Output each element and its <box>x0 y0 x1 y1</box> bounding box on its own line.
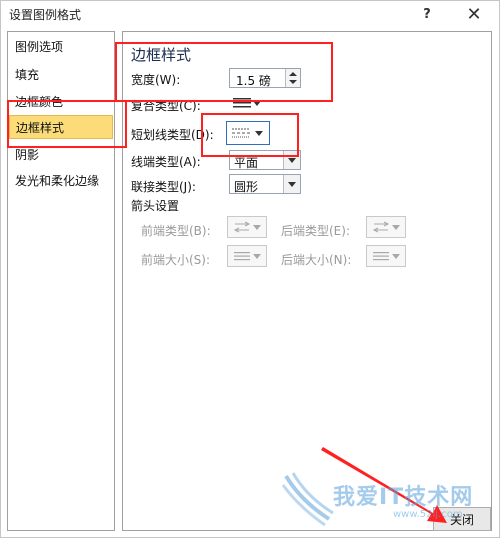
width-value: 1.5 磅 <box>236 74 271 88</box>
begin-type-label: 前端类型(B): <box>141 224 211 238</box>
compound-type-label: 复合类型(C): <box>131 99 201 113</box>
chevron-down-icon <box>255 131 263 136</box>
close-button[interactable]: 关闭 <box>433 507 491 531</box>
arrow-type-icon <box>372 221 390 233</box>
nav-item-border-style[interactable]: 边框样式 <box>9 115 113 139</box>
format-legend-dialog: 设置图例格式 ? ✕ 图例选项 填充 边框颜色 边框样式 阴影 发光和柔化边缘 … <box>0 0 500 538</box>
dash-lines-icon <box>232 128 250 138</box>
begin-type-button[interactable] <box>227 216 267 238</box>
nav-item-label: 阴影 <box>15 148 40 162</box>
section-title: 边框样式 <box>131 46 192 64</box>
arrow-type-icon <box>233 221 251 233</box>
chevron-down-icon <box>288 157 296 163</box>
compound-lines-icon <box>233 98 251 108</box>
dropdown-arrow[interactable] <box>283 151 300 169</box>
close-icon[interactable]: ✕ <box>459 2 489 26</box>
width-label: 宽度(W): <box>131 73 181 87</box>
chevron-down-icon <box>392 225 400 230</box>
spin-down-icon[interactable] <box>289 80 297 84</box>
dropdown-arrow[interactable] <box>283 175 300 193</box>
nav-item-label: 图例选项 <box>15 40 64 54</box>
join-type-select[interactable]: 圆形 <box>229 174 301 194</box>
nav-item-legend-options[interactable]: 图例选项 <box>9 35 113 59</box>
cap-type-label: 线端类型(A): <box>131 155 201 169</box>
join-type-label: 联接类型(J): <box>131 180 196 194</box>
join-type-value: 圆形 <box>234 180 259 194</box>
help-button[interactable]: ? <box>412 2 442 26</box>
nav-item-label: 填充 <box>15 68 40 82</box>
chevron-down-icon <box>253 254 261 259</box>
nav-item-border-color[interactable]: 边框颜色 <box>9 90 113 114</box>
dash-type-button[interactable] <box>226 121 270 145</box>
chevron-down-icon <box>392 254 400 259</box>
category-list: 图例选项 填充 边框颜色 边框样式 阴影 发光和柔化边缘 <box>7 31 115 531</box>
nav-item-label: 边框样式 <box>16 121 65 135</box>
nav-item-label: 边框颜色 <box>15 95 64 109</box>
spin-up-icon[interactable] <box>289 72 297 76</box>
end-size-label: 后端大小(N): <box>281 253 352 267</box>
cap-type-select[interactable]: 平面 <box>229 150 301 170</box>
dash-type-label: 短划线类型(D): <box>131 128 214 142</box>
begin-size-button[interactable] <box>227 245 267 267</box>
end-type-label: 后端类型(E): <box>281 224 350 238</box>
arrow-settings-heading: 箭头设置 <box>131 199 180 213</box>
compound-type-button[interactable] <box>227 92 267 114</box>
chevron-down-icon <box>288 181 296 187</box>
chevron-down-icon <box>253 225 261 230</box>
end-size-button[interactable] <box>366 245 406 267</box>
border-style-panel: 边框样式 宽度(W): 1.5 磅 复合类型(C): 短划线类型(D): 线端类… <box>122 31 492 531</box>
cap-type-value: 平面 <box>234 156 259 170</box>
nav-item-shadow[interactable]: 阴影 <box>9 143 113 167</box>
chevron-down-icon <box>253 101 261 106</box>
nav-item-fill[interactable]: 填充 <box>9 63 113 87</box>
begin-size-label: 前端大小(S): <box>141 253 211 267</box>
nav-item-label: 发光和柔化边缘 <box>15 174 100 188</box>
title-bar: 设置图例格式 ? ✕ <box>1 1 499 27</box>
nav-item-glow-soft-edges[interactable]: 发光和柔化边缘 <box>9 169 113 193</box>
spin-arrows[interactable] <box>285 69 300 87</box>
arrow-size-icon <box>234 252 250 261</box>
arrow-size-icon <box>373 252 389 261</box>
dialog-title: 设置图例格式 <box>9 8 82 22</box>
width-spinner[interactable]: 1.5 磅 <box>229 68 301 88</box>
end-type-button[interactable] <box>366 216 406 238</box>
